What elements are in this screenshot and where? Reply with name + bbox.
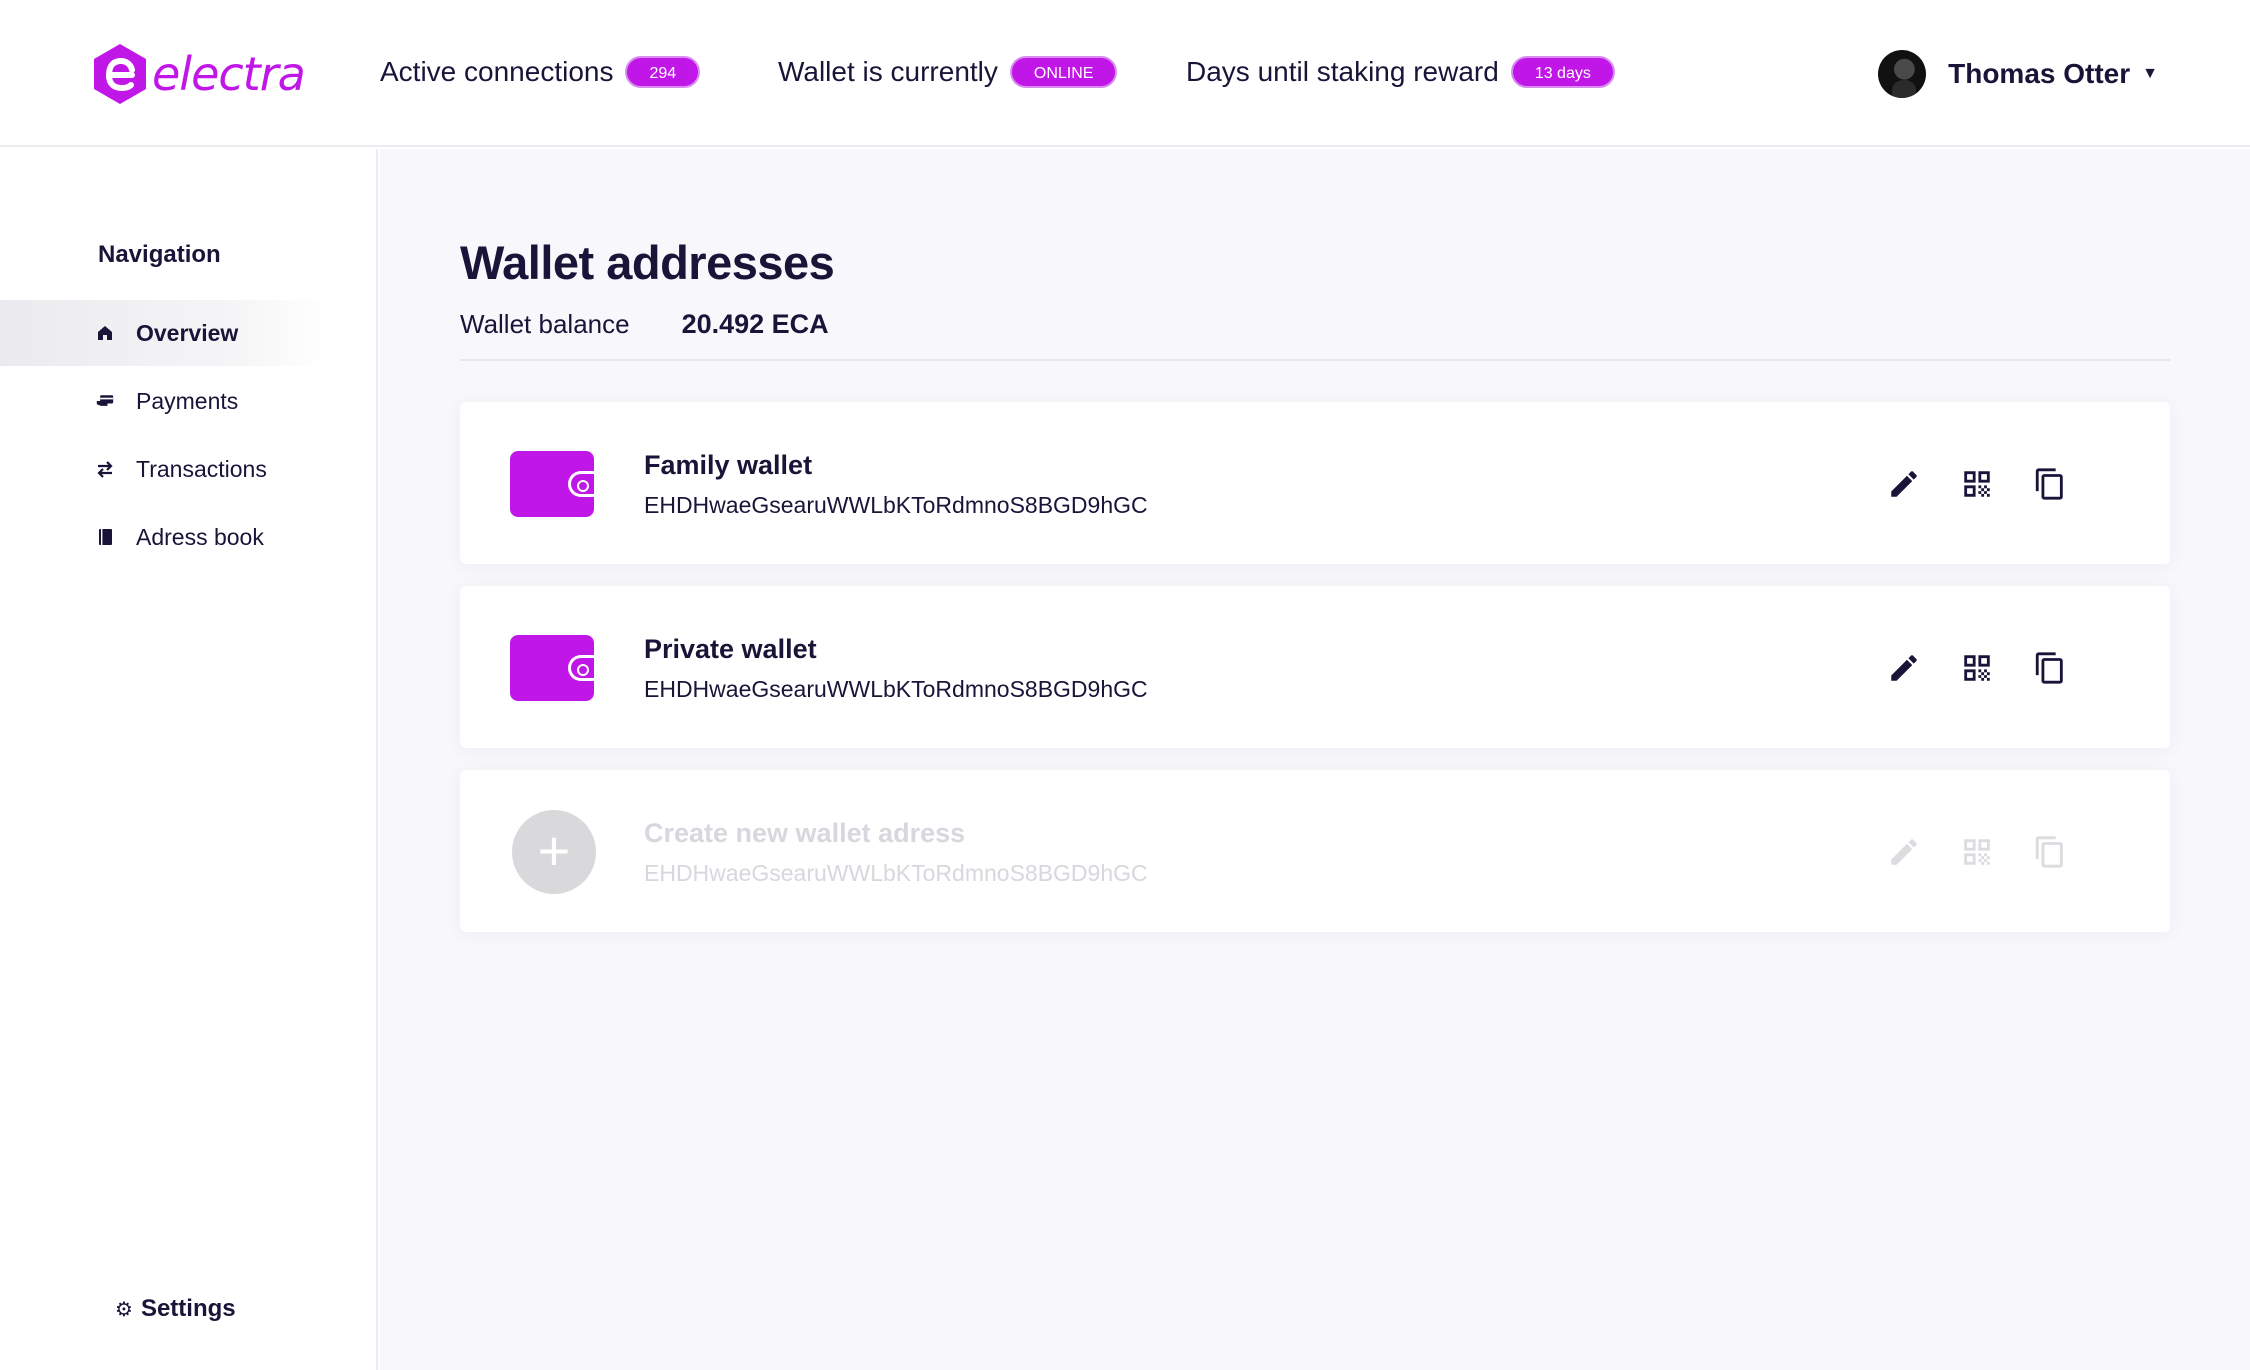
sidebar-item-label: Payments	[136, 387, 239, 414]
user-menu[interactable]: Thomas Otter ▼	[1878, 50, 2158, 98]
wallet-name: Family wallet	[644, 450, 813, 480]
wallet-card: Family wallet EHDHwaeGsearuWWLbKToRdmnoS…	[460, 402, 2170, 564]
copy-button	[2030, 832, 2070, 872]
sidebar: Navigation Overview Payments Transaction…	[0, 149, 378, 1370]
edit-button[interactable]	[1884, 648, 1924, 688]
create-wallet-label: Create new wallet adress	[644, 818, 966, 848]
sidebar-item-label: Transactions	[136, 455, 267, 482]
copy-icon	[2035, 836, 2063, 868]
sidebar-item-overview[interactable]: Overview	[0, 300, 330, 366]
wallet-status-badge: ONLINE	[1009, 56, 1118, 88]
qr-code-button[interactable]	[1957, 648, 1997, 688]
copy-icon	[2035, 652, 2063, 684]
pencil-icon	[1891, 471, 1917, 497]
wallet-actions	[1851, 648, 2070, 688]
copy-icon	[2035, 468, 2063, 500]
sidebar-item-label: Overview	[136, 319, 239, 346]
user-name: Thomas Otter	[1948, 58, 2131, 89]
payment-icon	[96, 392, 114, 410]
gear-icon: ⚙	[115, 1298, 133, 1321]
wallet-address: EHDHwaeGsearuWWLbKToRdmnoS8BGD9hGC	[644, 860, 1148, 886]
pencil-icon	[1891, 839, 1917, 865]
staking-reward-badge: 13 days	[1510, 56, 1615, 88]
brand-logo[interactable]: electra	[92, 42, 306, 106]
pencil-icon	[1891, 655, 1917, 681]
wallet-card: Private wallet EHDHwaeGsearuWWLbKToRdmno…	[460, 586, 2170, 748]
wallet-address: EHDHwaeGsearuWWLbKToRdmnoS8BGD9hGC	[644, 492, 1148, 518]
book-icon	[96, 528, 114, 546]
wallet-status-stat: Wallet is currently ONLINE	[778, 56, 1118, 88]
sidebar-item-transactions[interactable]: Transactions	[0, 436, 330, 502]
copy-button[interactable]	[2030, 464, 2070, 504]
wallet-address: EHDHwaeGsearuWWLbKToRdmnoS8BGD9hGC	[644, 676, 1148, 702]
avatar	[1878, 50, 1927, 98]
electra-logo-icon	[94, 44, 146, 104]
qr-code-icon	[1964, 655, 1990, 681]
balance-label: Wallet balance	[460, 309, 630, 339]
staking-reward-stat: Days until staking reward 13 days	[1186, 56, 1615, 88]
swap-icon	[96, 460, 114, 478]
settings-label: Settings	[140, 1295, 236, 1322]
home-icon	[96, 324, 114, 342]
nav-title: Navigation	[98, 241, 221, 268]
edit-button	[1884, 832, 1924, 872]
page-title: Wallet addresses	[460, 236, 835, 289]
main-content: Wallet addresses Wallet balance 20.492 E…	[380, 149, 2250, 1370]
wallet-actions	[1851, 464, 2070, 504]
edit-button[interactable]	[1884, 464, 1924, 504]
qr-code-button	[1957, 832, 1997, 872]
active-connections-label: Active connections	[380, 56, 614, 87]
top-header: electra Active connections 294 Wallet is…	[0, 0, 2250, 147]
plus-icon[interactable]: +	[512, 810, 596, 894]
qr-code-icon	[1964, 839, 1990, 865]
wallet-icon	[510, 451, 594, 517]
wallet-status-label: Wallet is currently	[778, 56, 998, 87]
balance-value: 20.492 ECA	[681, 309, 829, 339]
wallet-balance-row: Wallet balance 20.492 ECA	[460, 309, 2170, 361]
sidebar-item-label: Adress book	[136, 523, 264, 550]
brand-name: electra	[152, 47, 306, 101]
active-connections-badge: 294	[625, 56, 701, 88]
wallet-name: Private wallet	[644, 634, 817, 664]
chevron-down-icon: ▼	[2142, 65, 2158, 82]
qr-code-button[interactable]	[1957, 464, 1997, 504]
create-wallet-card[interactable]: + Create new wallet adress EHDHwaeGsearu…	[460, 770, 2170, 932]
active-connections-stat: Active connections 294	[380, 56, 701, 88]
staking-reward-label: Days until staking reward	[1186, 56, 1499, 87]
wallet-actions	[1851, 832, 2070, 872]
sidebar-item-address-book[interactable]: Adress book	[0, 504, 330, 570]
sidebar-item-payments[interactable]: Payments	[0, 368, 330, 434]
wallet-icon	[510, 635, 594, 701]
qr-code-icon	[1964, 471, 1990, 497]
settings-link[interactable]: ⚙ Settings	[115, 1295, 236, 1323]
copy-button[interactable]	[2030, 648, 2070, 688]
